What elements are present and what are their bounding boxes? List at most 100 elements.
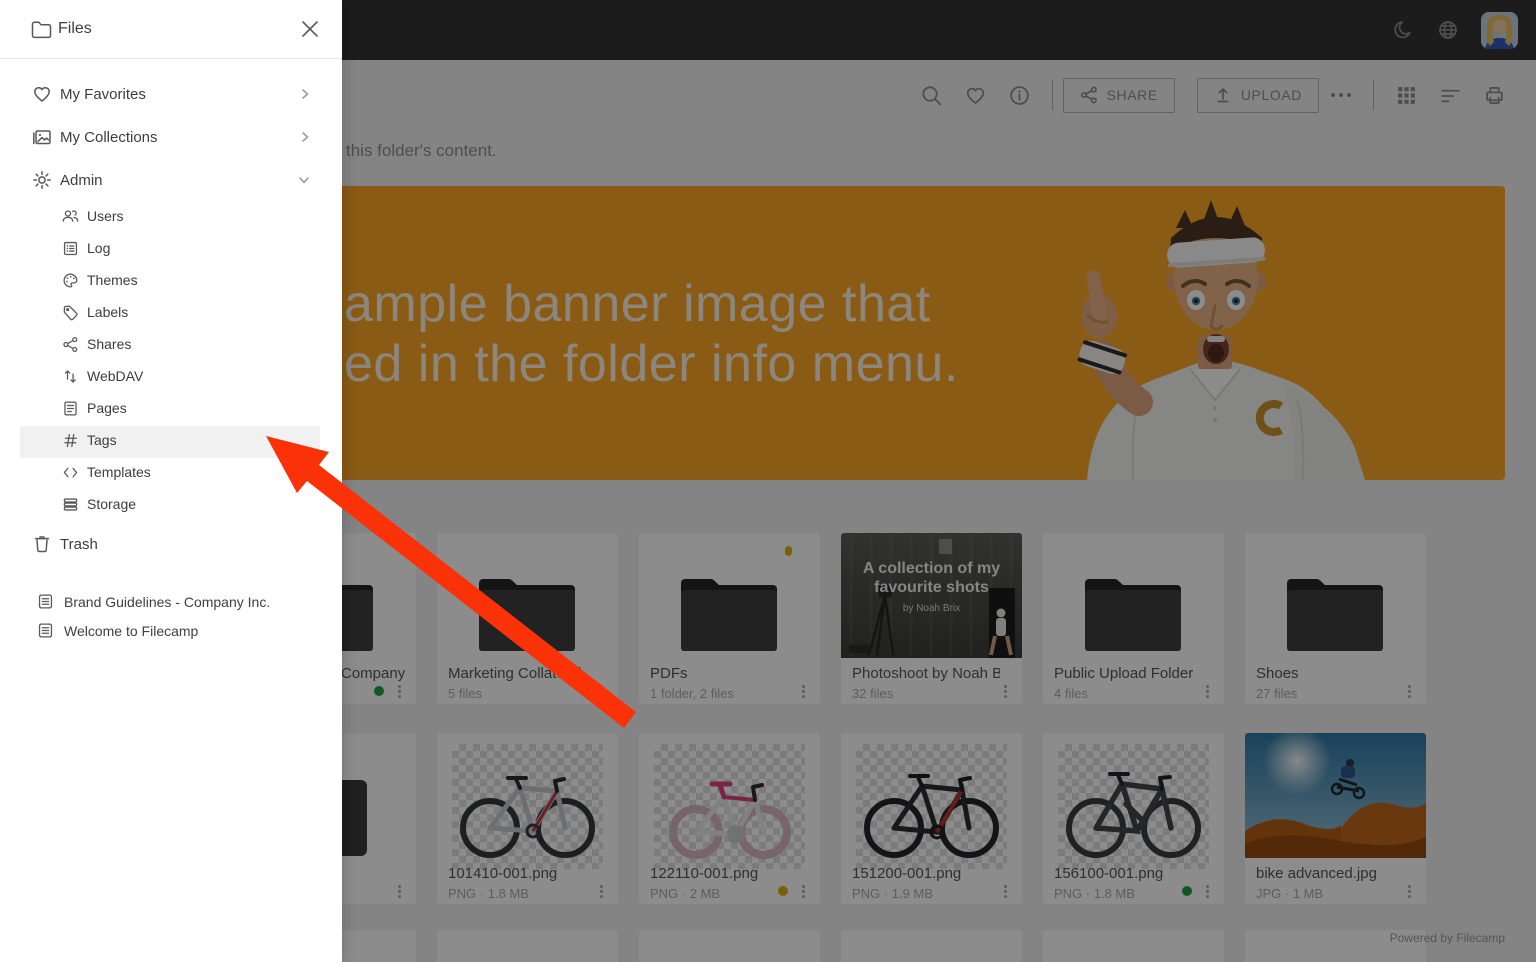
tile-partial[interactable]	[1043, 930, 1224, 962]
file-meta: PNG · 1.8 MB	[448, 886, 529, 901]
yellow-label-dot	[778, 886, 788, 896]
tile-partial[interactable]	[437, 930, 618, 962]
kebab-menu-icon[interactable]	[391, 882, 407, 900]
sort-icon[interactable]	[1428, 76, 1472, 114]
folder-tile-marketing-collateral[interactable]: Marketing Collateral 5 files	[437, 533, 618, 704]
sidebar-item-shares[interactable]: Shares	[0, 329, 342, 361]
kebab-menu-icon[interactable]	[795, 682, 811, 700]
heart-icon	[32, 84, 52, 104]
pages-icon	[62, 400, 79, 417]
search-icon[interactable]	[910, 76, 954, 114]
sidebar-link-brand-guidelines[interactable]: Brand Guidelines - Company Inc.	[0, 588, 342, 616]
sidebar-item-tags[interactable]: Tags	[0, 425, 342, 457]
favorite-heart-icon[interactable]	[954, 76, 998, 114]
folder-icon	[677, 573, 781, 655]
storage-stack-icon	[62, 496, 79, 513]
palette-icon	[62, 272, 79, 289]
file-tile-bike-advanced[interactable]: bike advanced.jpg JPG · 1 MB	[1245, 733, 1426, 904]
sidebar-item-my-favorites[interactable]: My Favorites	[0, 73, 342, 115]
note-icon	[37, 622, 54, 639]
folder-name: Company	[341, 665, 405, 682]
upload-icon	[1214, 86, 1232, 104]
chevron-down-icon	[298, 175, 310, 185]
sidebar-item-my-collections[interactable]: My Collections	[0, 116, 342, 158]
folder-meta: 27 files	[1256, 686, 1297, 701]
file-tile-156100[interactable]: 156100-001.png PNG · 1.8 MB	[1043, 733, 1224, 904]
log-icon	[62, 240, 79, 257]
kebab-menu-icon[interactable]	[1401, 882, 1417, 900]
folder-tile-pdfs[interactable]: PDFs 1 folder, 2 files	[639, 533, 820, 704]
users-icon	[62, 208, 79, 225]
language-globe-icon[interactable]	[1437, 19, 1459, 41]
dark-mode-moon-icon[interactable]	[1393, 19, 1415, 41]
sidebar-item-admin[interactable]: Admin	[0, 159, 342, 201]
folder-tile-public-upload[interactable]: Public Upload Folder 4 files	[1043, 533, 1224, 704]
sidebar-item-webdav[interactable]: WebDAV	[0, 361, 342, 393]
info-icon[interactable]	[998, 76, 1042, 114]
file-tile-101410[interactable]: 101410-001.png PNG · 1.8 MB	[437, 733, 618, 904]
sidebar-item-users[interactable]: Users	[0, 201, 342, 233]
sidebar-item-label: Tags	[87, 432, 117, 448]
sidebar-item-log[interactable]: Log	[0, 233, 342, 265]
file-meta: PNG · 2 MB	[650, 886, 720, 901]
grid-view-icon[interactable]	[1384, 76, 1428, 114]
folder-name: Public Upload Folder	[1054, 665, 1193, 682]
file-thumbnail	[1058, 744, 1209, 869]
folder-icon	[31, 20, 52, 39]
close-icon[interactable]	[300, 19, 320, 39]
kebab-menu-icon[interactable]	[593, 882, 609, 900]
file-tile-122110[interactable]: 122110-001.png PNG · 2 MB	[639, 733, 820, 904]
kebab-menu-icon[interactable]	[997, 682, 1013, 700]
share-icon	[1080, 86, 1098, 104]
more-actions-icon[interactable]	[1319, 76, 1363, 114]
file-meta: PNG · 1.8 MB	[1054, 886, 1135, 901]
sidebar-item-label: Shares	[87, 336, 131, 352]
file-meta: JPG · 1 MB	[1256, 886, 1323, 901]
sidebar-item-labels[interactable]: Labels	[0, 297, 342, 329]
kebab-menu-icon[interactable]	[1401, 682, 1417, 700]
file-thumbnail	[1245, 733, 1426, 858]
topbar-actions	[1393, 0, 1518, 60]
share-button[interactable]: SHARE	[1063, 78, 1175, 113]
note-icon	[37, 593, 54, 610]
drawer-header: Files	[0, 0, 342, 59]
folder-tile-photoshoot[interactable]: A collection of my favourite shots by No…	[841, 533, 1022, 704]
kebab-menu-icon[interactable]	[795, 882, 811, 900]
tile-partial[interactable]	[639, 930, 820, 962]
sidebar-item-themes[interactable]: Themes	[0, 265, 342, 297]
folder-icon	[1283, 573, 1387, 655]
kebab-menu-icon[interactable]	[391, 682, 407, 700]
trash-icon	[32, 534, 52, 554]
code-brackets-icon	[62, 464, 79, 481]
hash-icon	[62, 432, 79, 449]
sidebar-item-label: My Favorites	[60, 86, 146, 103]
file-meta: PNG · 1.9 MB	[852, 886, 933, 901]
sidebar-item-trash[interactable]: Trash	[0, 523, 342, 565]
file-name: bike advanced.jpg	[1256, 865, 1377, 882]
upload-button[interactable]: UPLOAD	[1197, 78, 1319, 113]
folder-name: Marketing Collateral	[448, 665, 581, 682]
sidebar-item-templates[interactable]: Templates	[0, 457, 342, 489]
folder-toolbar: SHARE UPLOAD	[910, 76, 1516, 114]
folder-meta: 32 files	[852, 686, 893, 701]
kebab-menu-icon[interactable]	[1199, 882, 1215, 900]
sidebar-item-storage[interactable]: Storage	[0, 489, 342, 521]
sidebar-item-label: Labels	[87, 304, 128, 320]
sidebar-link-welcome[interactable]: Welcome to Filecamp	[0, 617, 342, 645]
file-tile-151200[interactable]: 151200-001.png PNG · 1.9 MB	[841, 733, 1022, 904]
kebab-menu-icon[interactable]	[593, 682, 609, 700]
kebab-menu-icon[interactable]	[997, 882, 1013, 900]
sidebar-item-label: Pages	[87, 400, 127, 416]
kebab-menu-icon[interactable]	[1199, 682, 1215, 700]
sidebar-item-label: My Collections	[60, 129, 158, 146]
tile-partial[interactable]	[841, 930, 1022, 962]
folder-tile-shoes[interactable]: Shoes 27 files	[1245, 533, 1426, 704]
print-icon[interactable]	[1472, 76, 1516, 114]
sidebar-item-pages[interactable]: Pages	[0, 393, 342, 425]
tag-icon	[62, 304, 79, 321]
user-avatar[interactable]	[1481, 12, 1518, 49]
file-name: 151200-001.png	[852, 865, 961, 882]
up-down-arrows-icon	[62, 368, 79, 385]
sidebar-item-label: Themes	[87, 272, 138, 288]
folder-icon	[1081, 573, 1185, 655]
